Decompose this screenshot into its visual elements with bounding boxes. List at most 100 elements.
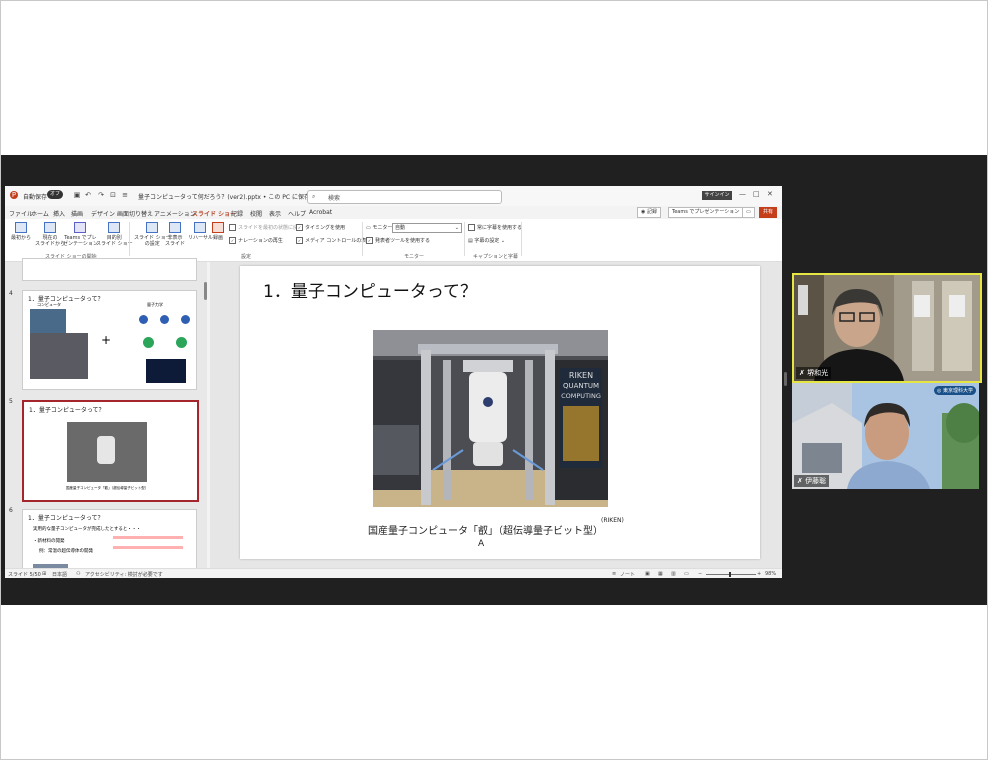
signin-button[interactable]: サインイン — [702, 191, 732, 200]
zoom-slider[interactable] — [706, 574, 756, 575]
setup-icon — [146, 222, 159, 233]
present-icon[interactable]: ⊡ — [109, 191, 117, 199]
checkbox-icon — [468, 224, 475, 231]
media-controls-checkbox[interactable]: ✓ メディア コントロールの表示 — [296, 237, 371, 244]
ribbon-tabs: ファイル ホーム 挿入 描画 デザイン 画面切り替え アニメーション スライド … — [5, 206, 782, 221]
tab-transitions[interactable]: 画面切り替え — [117, 209, 153, 218]
rehearse-button[interactable]: リハーサル — [188, 222, 213, 241]
thumbnail-image — [30, 333, 88, 379]
tab-animations[interactable]: アニメーション — [154, 209, 196, 218]
from-beginning-label: 最初から — [11, 235, 32, 241]
presenter-view-checkbox[interactable]: ✓ 発表者ツールを使用する — [366, 237, 430, 244]
zoom-level[interactable]: 98% — [765, 571, 776, 577]
custom-show-icon — [108, 222, 121, 233]
minimize-icon[interactable]: — — [739, 190, 746, 198]
checkbox-icon — [229, 224, 236, 231]
spellcheck-icon[interactable]: ⊞ — [42, 571, 46, 577]
thumbnail-text: 実用的な量子コンピュータが完成したとすると・・・ — [33, 527, 141, 532]
mic-icon: ✗ — [797, 477, 806, 485]
participant-2-video-frame — [792, 383, 979, 489]
current-slide: 1．量子コンピュータって？ RIKEN QUANTUM COMPUTING 国産… — [240, 266, 760, 559]
sorter-view-icon[interactable]: ▦ — [658, 571, 663, 577]
photo-sign-text: QUANTUM — [563, 382, 599, 390]
thumbnail-title: 1．量子コンピュータって？ — [29, 407, 105, 414]
maximize-icon[interactable]: □ — [753, 190, 760, 198]
custom-slideshow-button[interactable]: 目的別 スライド ショー — [96, 222, 133, 247]
normal-view-icon[interactable]: ▣ — [645, 571, 650, 577]
autosave-toggle[interactable]: オフ — [47, 190, 64, 199]
customize-qat-icon[interactable]: ≡ — [121, 191, 129, 199]
comments-icon[interactable]: ▭ — [742, 207, 755, 218]
reading-view-icon[interactable]: ▥ — [671, 571, 676, 577]
thumbnail-slide-4[interactable]: 1．量子コンピュータって？ コンピュータ + 量子力学 — [22, 290, 197, 390]
autosave-label: 自動保存 — [23, 194, 48, 201]
thumbnail-scrollbar[interactable] — [204, 282, 207, 300]
from-beginning-button[interactable]: 最初から — [11, 222, 31, 241]
panel-resize-handle[interactable] — [784, 372, 787, 386]
tab-acrobat[interactable]: Acrobat — [309, 209, 332, 216]
subtitle-settings-button[interactable]: ▤ 字幕の設定 ⌄ — [468, 237, 505, 244]
thumbnail-slide-3[interactable] — [22, 258, 197, 281]
thumbnail-text: 量子力学 — [147, 302, 163, 307]
tab-design[interactable]: デザイン — [91, 209, 115, 218]
ribbon-separator — [464, 222, 465, 256]
thumbnail-number-5: 5 — [9, 398, 13, 405]
custom-label-2: スライド ショー — [96, 241, 133, 247]
tab-record[interactable]: 記録 — [231, 209, 243, 218]
from-current-button[interactable]: 現在の スライドから — [35, 222, 65, 247]
participant-video-2[interactable]: ◎ 東京理科大学 ✗ 伊藤聡 — [792, 383, 979, 489]
checkbox-checked-icon: ✓ — [366, 237, 373, 244]
teams-label-2: ゼンテーション — [63, 241, 98, 247]
tab-home[interactable]: ホーム — [31, 209, 49, 218]
accessibility-status[interactable]: アクセシビリティ: 検討が必要です — [85, 571, 163, 578]
thumbnail-annotation — [113, 536, 183, 539]
document-title[interactable]: 量子コンピュータって何だろう？(ver2).pptx • この PC に保存済み — [138, 192, 322, 201]
tab-review[interactable]: 校閲 — [250, 209, 262, 218]
tab-slideshow[interactable]: スライド ショー — [192, 209, 237, 221]
participant-video-1[interactable]: ✗ 堺和光 — [792, 273, 982, 383]
search-input[interactable]: ⌕ 検索 — [307, 190, 502, 204]
undo-icon[interactable]: ↶ — [84, 191, 92, 199]
thumbnail-text: コンピュータ — [37, 302, 61, 307]
zoom-slider-handle[interactable] — [729, 572, 731, 577]
slideshow-view-icon[interactable]: ▭ — [684, 571, 689, 577]
thumbnail-title: 1．量子コンピュータって？ — [28, 515, 104, 522]
narration-checkbox[interactable]: ✓ ナレーションの再生 — [229, 237, 283, 244]
always-subtitles-checkbox[interactable]: 常に字幕を使用する — [468, 224, 522, 231]
monitor-label: ▭ モニター: — [366, 224, 394, 231]
hide-slide-icon — [169, 222, 181, 233]
chevron-down-icon: ⌄ — [499, 238, 506, 244]
redo-icon[interactable]: ↷ — [97, 191, 105, 199]
teams-present-ribbon-button[interactable]: Teams でプレ ゼンテーション — [63, 222, 98, 247]
timings-checkbox[interactable]: ✓ タイミングを使用 — [296, 224, 345, 231]
record-ribbon-button[interactable]: 録画 — [212, 222, 224, 241]
presenter-view-label: 発表者ツールを使用する — [375, 238, 431, 244]
share-button[interactable]: 共有 — [759, 207, 778, 218]
monitor-select[interactable]: 自動 ⌄ — [392, 223, 462, 233]
slide-caption: 国産量子コンピュータ「叡」（超伝導量子ビット型） — [368, 526, 603, 537]
participant-name-1-text: 堺和光 — [807, 369, 829, 377]
notes-button[interactable]: ノート — [620, 571, 635, 578]
language-label[interactable]: 日本語 — [52, 571, 67, 578]
zoom-out-icon[interactable]: − — [698, 571, 702, 577]
save-icon[interactable]: ▣ — [73, 191, 81, 199]
zoom-in-icon[interactable]: + — [757, 571, 761, 577]
reset-slides-checkbox[interactable]: スライドを最初の状態に戻す — [229, 224, 303, 231]
tab-help[interactable]: ヘルプ — [288, 209, 306, 218]
group-monitors-label: モニター — [404, 254, 425, 260]
group-captions-label: キャプションと字幕 — [473, 254, 519, 260]
teams-present-button[interactable]: Teams でプレゼンテーション — [668, 207, 744, 218]
ribbon-separator — [362, 222, 363, 256]
close-icon[interactable]: ✕ — [767, 190, 773, 198]
thumbnail-slide-5[interactable]: 1．量子コンピュータって？ 国産量子コンピュータ「叡」（超伝導量子ビット型） — [22, 400, 199, 502]
tab-file[interactable]: ファイル — [9, 209, 33, 218]
tab-draw[interactable]: 描画 — [71, 209, 83, 218]
timings-label: タイミングを使用 — [305, 225, 346, 231]
thumbnail-annotation — [113, 546, 183, 549]
slide-count: スライド 5/50 — [8, 572, 41, 578]
hide-slide-button[interactable]: 非表示 スライド — [165, 222, 185, 247]
thumbnail-number-6: 6 — [9, 507, 13, 514]
record-button[interactable]: ◉ 記録 — [637, 207, 661, 218]
tab-insert[interactable]: 挿入 — [53, 209, 65, 218]
tab-view[interactable]: 表示 — [269, 209, 281, 218]
